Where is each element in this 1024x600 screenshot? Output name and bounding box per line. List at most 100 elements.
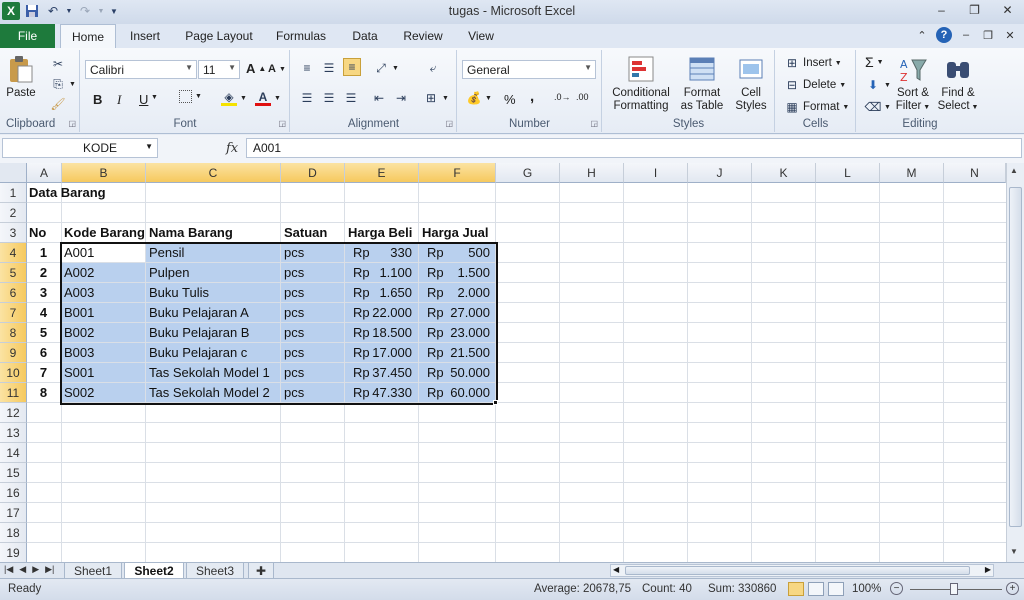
- font-launcher-icon[interactable]: ◲: [278, 119, 286, 128]
- column-header-m[interactable]: M: [880, 163, 944, 183]
- copy-icon[interactable]: ⎘ ▼: [50, 76, 76, 92]
- format-painter-icon[interactable]: 🖌: [50, 96, 66, 112]
- column-header-i[interactable]: I: [624, 163, 688, 183]
- normal-view-icon[interactable]: [788, 582, 804, 596]
- scroll-up-icon[interactable]: ▲: [1010, 166, 1018, 175]
- next-sheet-icon[interactable]: ▶: [32, 564, 39, 575]
- header-harga-beli[interactable]: Harga Beli: [348, 223, 420, 243]
- row-header-8[interactable]: 8: [0, 323, 27, 343]
- prev-sheet-icon[interactable]: ◀: [19, 564, 26, 575]
- sheet-tab-sheet1[interactable]: Sheet1: [64, 563, 122, 579]
- number-launcher-icon[interactable]: ◲: [590, 119, 598, 128]
- column-header-k[interactable]: K: [752, 163, 816, 183]
- cut-icon[interactable]: ✂: [50, 56, 66, 72]
- zoom-level[interactable]: 100%: [852, 583, 881, 595]
- wrap-text-icon[interactable]: ⤶: [425, 60, 441, 76]
- tab-data[interactable]: Data: [344, 24, 386, 48]
- autosum-button[interactable]: Σ ▼: [865, 54, 884, 70]
- fill-icon[interactable]: ⬇ ▼: [865, 77, 891, 93]
- column-header-a[interactable]: A: [27, 163, 62, 183]
- number-format-combo[interactable]: General ▼: [462, 60, 596, 79]
- sort-filter-button[interactable]: AZ Sort & Filter ▼: [893, 54, 933, 114]
- tab-formulas[interactable]: Formulas: [270, 24, 332, 48]
- row-header-4[interactable]: 4: [0, 243, 27, 263]
- tab-home[interactable]: Home: [60, 24, 116, 49]
- cell-no[interactable]: 5: [27, 323, 60, 343]
- select-all-corner[interactable]: [0, 163, 27, 183]
- row-header-7[interactable]: 7: [0, 303, 27, 323]
- bottom-align-icon[interactable]: ≡: [343, 58, 361, 76]
- column-header-e[interactable]: E: [345, 163, 419, 183]
- clear-icon[interactable]: ⌫ ▼: [865, 99, 891, 115]
- decrease-decimal-icon[interactable]: .00: [576, 92, 589, 102]
- insert-sheet-icon[interactable]: ✚: [248, 563, 274, 579]
- cell-no[interactable]: 7: [27, 363, 60, 383]
- row-header-14[interactable]: 14: [0, 443, 27, 463]
- row-header-5[interactable]: 5: [0, 263, 27, 283]
- top-align-icon[interactable]: ≡: [299, 60, 315, 76]
- middle-align-icon[interactable]: ☰: [321, 60, 337, 76]
- page-layout-view-icon[interactable]: [808, 582, 824, 596]
- decrease-indent-icon[interactable]: ⇤: [371, 90, 387, 106]
- workbook-minimize-icon[interactable]: –: [958, 27, 974, 43]
- delete-cells-button[interactable]: ⊟ Delete ▼: [784, 77, 846, 93]
- column-header-f[interactable]: F: [419, 163, 496, 183]
- column-header-b[interactable]: B: [62, 163, 146, 183]
- font-color-icon[interactable]: A ▼: [255, 90, 281, 106]
- horizontal-scroll-thumb[interactable]: [625, 566, 970, 575]
- format-as-table-button[interactable]: Format as Table: [677, 54, 727, 113]
- tab-view[interactable]: View: [460, 24, 502, 48]
- header-no[interactable]: No: [29, 223, 63, 243]
- minimize-button[interactable]: –: [925, 0, 958, 20]
- underline-dropdown-icon[interactable]: ▼: [151, 94, 158, 101]
- close-button[interactable]: ✕: [991, 0, 1024, 20]
- fill-color-icon[interactable]: ◈ ▼: [221, 90, 247, 106]
- percent-button[interactable]: %: [504, 92, 516, 107]
- header-harga-jual[interactable]: Harga Jual: [422, 223, 496, 243]
- insert-function-icon[interactable]: fx: [226, 141, 238, 156]
- cell-no[interactable]: 3: [27, 283, 60, 303]
- clipboard-launcher-icon[interactable]: ◲: [68, 119, 76, 128]
- shrink-font-button[interactable]: A ▼: [268, 63, 286, 75]
- italic-button[interactable]: I: [117, 92, 121, 108]
- column-header-l[interactable]: L: [816, 163, 880, 183]
- font-size-combo[interactable]: 11 ▼: [198, 60, 240, 79]
- insert-cells-button[interactable]: ⊞ Insert ▼: [784, 55, 842, 71]
- alignment-launcher-icon[interactable]: ◲: [445, 119, 453, 128]
- row-header-3[interactable]: 3: [0, 223, 27, 243]
- help-icon[interactable]: ?: [936, 27, 952, 43]
- header-satuan[interactable]: Satuan: [284, 223, 344, 243]
- align-right-icon[interactable]: ☰: [343, 90, 359, 106]
- scroll-left-icon[interactable]: ◀: [613, 565, 619, 574]
- row-header-17[interactable]: 17: [0, 503, 27, 523]
- tab-insert[interactable]: Insert: [122, 24, 168, 48]
- cell-styles-button[interactable]: Cell Styles: [729, 54, 773, 113]
- cell-no[interactable]: 4: [27, 303, 60, 323]
- zoom-in-icon[interactable]: +: [1006, 582, 1019, 595]
- tab-file[interactable]: File: [0, 24, 55, 48]
- row-header-2[interactable]: 2: [0, 203, 27, 223]
- accounting-format-icon[interactable]: 💰 ▼: [466, 90, 492, 106]
- row-header-19[interactable]: 19: [0, 543, 27, 562]
- page-break-view-icon[interactable]: [828, 582, 844, 596]
- name-box[interactable]: KODE ▼: [2, 138, 158, 158]
- conditional-formatting-button[interactable]: Conditional Formatting: [607, 54, 675, 113]
- tab-review[interactable]: Review: [398, 24, 448, 48]
- grow-font-button[interactable]: A ▲: [246, 61, 266, 76]
- format-cells-button[interactable]: ▦ Format ▼: [784, 99, 849, 115]
- horizontal-scrollbar[interactable]: ◀ ▶: [610, 564, 994, 577]
- row-header-15[interactable]: 15: [0, 463, 27, 483]
- zoom-out-icon[interactable]: −: [890, 582, 903, 595]
- vertical-scrollbar[interactable]: ▲ ▼: [1006, 163, 1024, 562]
- row-header-18[interactable]: 18: [0, 523, 27, 543]
- row-header-1[interactable]: 1: [0, 183, 27, 203]
- vertical-scroll-thumb[interactable]: [1009, 187, 1022, 527]
- cell-no[interactable]: 2: [27, 263, 60, 283]
- scroll-down-icon[interactable]: ▼: [1010, 547, 1018, 556]
- tab-page-layout[interactable]: Page Layout: [180, 24, 258, 48]
- orientation-icon[interactable]: ⤢ ▼: [373, 60, 399, 76]
- formula-input[interactable]: A001: [246, 138, 1022, 158]
- row-header-16[interactable]: 16: [0, 483, 27, 503]
- bold-button[interactable]: B: [93, 92, 102, 107]
- scroll-right-icon[interactable]: ▶: [985, 565, 991, 574]
